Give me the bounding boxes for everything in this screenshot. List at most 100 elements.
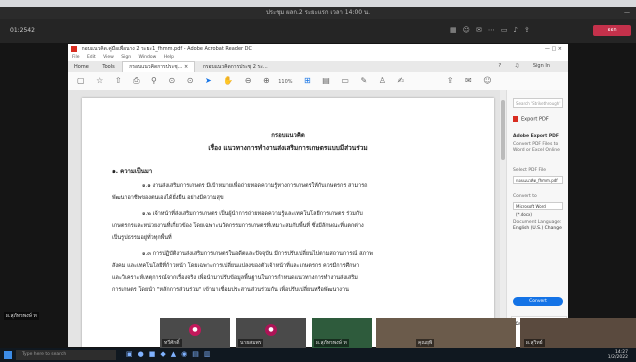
search-icon[interactable]: ⚲ [151,72,157,90]
clock-date: 1/2/2022 [607,355,628,360]
reader-tabs: Home Tools กรอบแนวคิดการประชุ... × กรอบแ… [68,61,568,72]
windows-start-icon[interactable] [4,351,12,359]
bell-icon[interactable]: ♫ [509,61,525,72]
taskbar-search-input[interactable]: Type here to search [16,350,116,360]
new-file-icon[interactable]: ▢ [77,72,85,90]
reader-right-controls: ? ♫ Sign In [487,61,562,72]
acrobat-icon [71,46,77,52]
participant-name: ผ.สุวิทย์ [524,339,545,347]
menu-window[interactable]: Window [139,55,157,60]
chrome-icon[interactable]: ◉ [181,350,192,358]
highlight-icon[interactable]: ▤ [322,72,330,90]
meeting-title: ประชุม ผลก.2 ระยะแรก เวลา 14:00 น. [265,9,371,16]
system-clock[interactable]: 14:27 1/2/2022 [608,350,628,360]
paragraph-line: การเกษตร โดยนำ "หลักการส่วนร่วม" เข้ามาเ… [112,287,349,293]
tools-search-input[interactable]: Search 'Strikethrough' [513,98,563,108]
menu-view[interactable]: View [103,55,114,60]
select-cursor-icon[interactable]: ➤ [205,72,212,90]
bookmark-icon[interactable]: ☆ [96,72,103,90]
reader-menubar: File Edit View Sign Window Help [68,54,568,61]
minimize-button[interactable]: — [624,7,630,19]
avatar: ● [265,324,277,336]
zoom-out-icon[interactable]: ⊖ [245,72,252,90]
acrobat-taskbar-icon[interactable]: ▲ [171,350,181,358]
share-icon[interactable]: ⇪ [524,26,536,34]
export-description: Convert PDF Files to Word or Excel Onlin… [513,142,560,153]
mic-icon[interactable]: ♪ [513,26,523,34]
reader-titlebar: กอบแนวคิด.คู่มือเพื่อนาง 2 ระยะ1_fhmm.pd… [68,44,568,54]
paragraph-line: เป็นรูปธรรมอยู่ทั่วทุกพื้นที่ [112,235,172,241]
export-pdf-header[interactable]: Export PDF [513,116,549,123]
participant-video: ● ทวีศักดิ์ [160,318,230,348]
hand-icon[interactable]: ✋ [223,72,233,90]
edge-icon[interactable]: ● [138,350,149,358]
help-icon[interactable]: ? [493,61,508,72]
paragraph-line: ๑.๓ การปฏิบัติงานส่งเสริมการเกษตรในอดีตแ… [142,251,373,257]
page-up-icon[interactable]: ⊙ [168,72,175,90]
menu-edit[interactable]: Edit [87,55,96,60]
reader-title: กอบแนวคิด.คู่มือเพื่อนาง 2 ระยะ1_fhmm.pd… [81,46,253,52]
convert-to-label: Convert to [513,194,537,199]
more-icon[interactable]: ⋯ [488,26,501,34]
participant-video: ผ.สุวิทย์ [520,318,636,348]
call-timer: 01:2542 [10,27,35,34]
taskbar-apps: ▣●■◆▲◉▤▥ [126,350,216,358]
reader-window-controls[interactable]: — □ × [545,44,562,54]
export-pdf-label: Export PDF [521,116,549,123]
tab-document-active[interactable]: กรอบแนวคิดการประชุ... × [122,61,196,72]
camera-icon[interactable]: ▭ [501,26,514,34]
format-select[interactable]: Microsoft Word (*.docx) [513,202,563,217]
paragraph-line: และวิเคราะห์เหตุการณ์จากเรื่องจริง เพื่อ… [112,275,358,281]
pen-icon[interactable]: ✎ [361,72,368,90]
paragraph-line: เกษตรกรและหน่วยงานที่เกี่ยวข้อง โดยเฉพาะ… [112,223,364,229]
teams-icon[interactable]: ◆ [160,350,170,358]
participant-name: ผ.สุภัทรพงษ์ ท [314,339,349,347]
document-view[interactable]: กรอบแนวคิด เรื่อง แนวทางการทำงานส่งเสริม… [68,90,500,347]
acrobat-reader-window: กอบแนวคิด.คู่มือเพื่อนาง 2 ระยะ1_fhmm.pd… [68,44,568,347]
folder-icon[interactable]: ■ [149,350,161,358]
paragraph-line: ๑.๒ เจ้าหน้าที่ส่งเสริมการเกษตร เป็นผู้น… [142,211,363,217]
doc-title: กรอบแนวคิด [271,132,305,139]
stamp-icon[interactable]: ♙ [379,72,386,90]
page-down-icon[interactable]: ⊙ [187,72,194,90]
people-icon[interactable]: ☺ [463,26,476,34]
windows-taskbar: Type here to search ▣●■◆▲◉▤▥ 14:27 1/2/2… [0,348,636,362]
participant-video: ผ.สุภัทรพงษ์ ท [312,318,372,348]
upload-icon[interactable]: ⇧ [115,72,122,90]
convert-button[interactable]: Convert [513,297,563,306]
doc-subtitle: เรื่อง แนวทางการทำงานส่งเสริมการเกษตรแบบ… [208,144,368,152]
leave-button[interactable]: ออก [593,25,631,36]
zoom-level[interactable]: 110% [278,79,292,85]
word-icon[interactable]: ▤ [192,350,204,358]
participant-name: นายสมพร [238,339,264,347]
menu-sign[interactable]: Sign [121,55,131,60]
print-icon[interactable]: ⎙ [133,72,139,90]
people-icon[interactable]: ☺ [483,72,491,90]
chat-icon[interactable]: ✉ [476,26,488,34]
selected-file-field[interactable]: กอบแนวคิด_fhmm.pdf [513,176,563,184]
paragraph-line: สังคม และเทคโนโลยีที่ก้าวหน้า โดยเฉพาะกา… [112,263,360,269]
participant-name: ทวีศักดิ์ [162,339,182,347]
task-view-icon[interactable]: ▣ [126,350,138,358]
scrollbar-thumb[interactable] [501,100,505,160]
comment-icon[interactable]: ▭ [341,72,349,90]
meeting-toolbar: 01:2542 ▦☺✉⋯▭♪⇪ ออก [0,19,636,43]
menu-help[interactable]: Help [164,55,174,60]
excel-icon[interactable]: ▥ [204,350,216,358]
reader-toolbar: ▢ ☆ ⇧ ⎙ ⚲ ⊙ ⊙ ➤ ✋ ⊖ ⊕ 110% ⊞ ▤ ▭ ✎ ♙ ✍ ⇪… [68,72,568,91]
paragraph-line: ๑.๑ งานส่งเสริมการเกษตร มีเป้าหมายเพื่อถ… [142,183,368,189]
sign-in-link[interactable]: Sign In [527,61,556,72]
language-value[interactable]: English (U.S.) Change [513,226,565,232]
participant-name: ผ.สุภัทรพงษ์ ท [4,312,39,320]
sign-icon[interactable]: ✍ [397,72,404,90]
section-heading: ๑. ความเป็นมา [112,168,153,175]
menu-file[interactable]: File [72,55,80,60]
select-file-label: Select PDF File [513,168,547,173]
share-icon[interactable]: ⇪ [447,72,454,90]
mail-icon[interactable]: ✉ [465,72,472,90]
zoom-in-icon[interactable]: ⊕ [263,72,270,90]
grid-icon[interactable]: ▦ [450,26,463,34]
fit-page-icon[interactable]: ⊞ [304,72,311,90]
avatar: ● [189,324,201,336]
tools-side-panel: Search 'Strikethrough' Export PDF Adobe … [506,90,568,347]
